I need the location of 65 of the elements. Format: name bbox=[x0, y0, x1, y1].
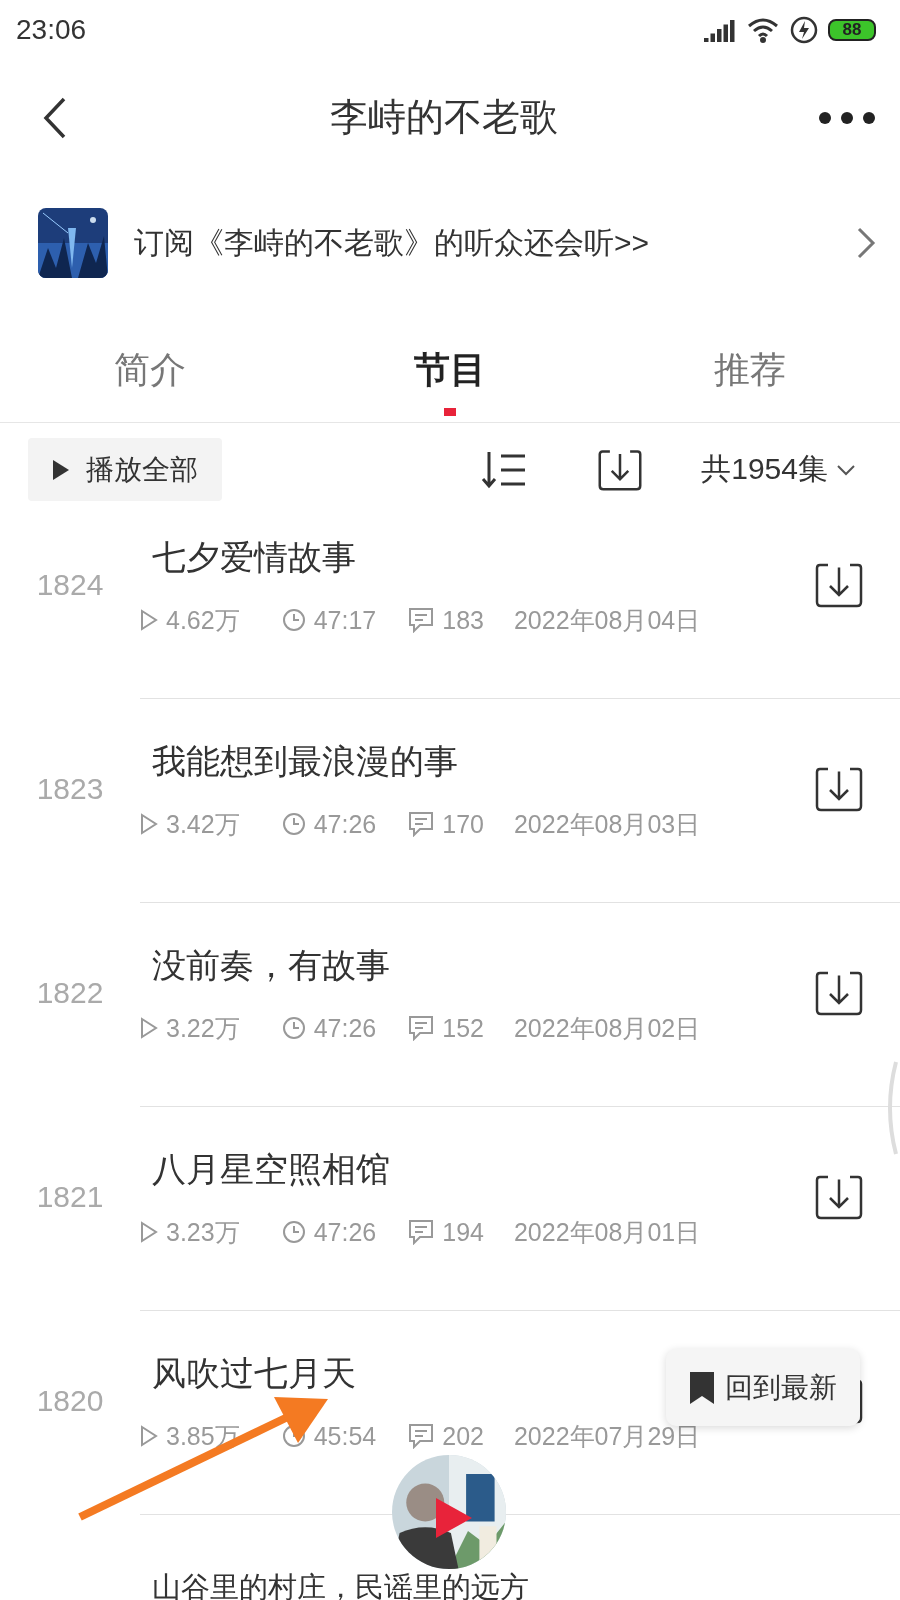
play-count-icon bbox=[140, 1221, 158, 1243]
episode-number: 1821 bbox=[35, 1180, 105, 1214]
duration: 45:54 bbox=[313, 1421, 377, 1451]
comment-count: 152 bbox=[442, 1013, 484, 1043]
tab[interactable]: 简介 bbox=[0, 319, 300, 422]
battery-indicator: 88 bbox=[828, 19, 876, 41]
duration: 47:26 bbox=[313, 809, 377, 839]
comment-icon bbox=[408, 1423, 435, 1449]
play-count-icon bbox=[140, 813, 158, 835]
status-time: 23:06 bbox=[16, 14, 87, 46]
episode-title[interactable]: 八月星空照相馆 bbox=[140, 1147, 390, 1191]
publish-date: 2022年08月02日 bbox=[513, 1012, 701, 1044]
comment-icon bbox=[408, 1015, 435, 1041]
episode-title[interactable]: 山谷里的村庄，民谣里的远方 bbox=[140, 1573, 529, 1600]
comment-icon bbox=[408, 607, 435, 633]
comment-count: 202 bbox=[442, 1421, 484, 1451]
play-count: 4.62万 bbox=[166, 604, 240, 636]
duration: 47:26 bbox=[313, 1217, 377, 1247]
play-icon bbox=[52, 458, 70, 481]
recommendation-link[interactable]: 订阅《李峙的不老歌》的听众还会听>> bbox=[134, 222, 830, 264]
publish-date: 2022年08月03日 bbox=[513, 808, 701, 840]
comment-count: 170 bbox=[442, 809, 484, 839]
play-count-icon bbox=[140, 609, 158, 631]
play-count: 3.42万 bbox=[166, 808, 240, 840]
tab[interactable]: 节目 bbox=[300, 319, 600, 422]
chevron-down-icon bbox=[836, 463, 856, 476]
clock-icon bbox=[281, 1016, 306, 1040]
play-count-icon bbox=[140, 1425, 158, 1447]
signal-icon bbox=[704, 18, 736, 42]
duration: 47:26 bbox=[313, 1013, 377, 1043]
play-count-icon bbox=[140, 1017, 158, 1039]
wifi-icon bbox=[746, 17, 780, 43]
episode-title[interactable]: 没前奏，有故事 bbox=[140, 943, 390, 987]
comment-icon bbox=[408, 811, 435, 837]
episode-title[interactable]: 七夕爱情故事 bbox=[140, 535, 356, 579]
comment-icon bbox=[408, 1219, 435, 1245]
bookmark-icon bbox=[689, 1370, 715, 1405]
publish-date: 2022年08月01日 bbox=[513, 1216, 701, 1248]
episode-number: 1823 bbox=[35, 772, 105, 806]
chevron-right-icon bbox=[856, 226, 876, 260]
clock-icon bbox=[281, 1220, 306, 1244]
play-count: 3.22万 bbox=[166, 1012, 240, 1044]
charging-icon bbox=[790, 16, 818, 44]
episode-title[interactable]: 风吹过七月天 bbox=[140, 1351, 356, 1395]
comment-count: 194 bbox=[442, 1217, 484, 1247]
publish-date: 2022年08月04日 bbox=[513, 604, 701, 636]
more-icon[interactable] bbox=[818, 110, 876, 125]
tab[interactable]: 推荐 bbox=[600, 319, 900, 422]
episode-title[interactable]: 我能想到最浪漫的事 bbox=[140, 739, 458, 783]
clock-icon bbox=[281, 812, 306, 836]
episode-count-dropdown[interactable]: 共1954集 bbox=[701, 449, 856, 490]
clock-icon bbox=[281, 608, 306, 632]
back-to-latest-toast[interactable]: 回到最新 bbox=[666, 1349, 860, 1426]
episode-number: 1822 bbox=[35, 976, 105, 1010]
play-count: 3.23万 bbox=[166, 1216, 240, 1248]
episode-number: 1824 bbox=[35, 568, 105, 602]
page-title: 李峙的不老歌 bbox=[330, 95, 558, 140]
episode-number: 1820 bbox=[35, 1384, 105, 1418]
play-all-button[interactable]: 播放全部 bbox=[28, 438, 222, 501]
sort-icon bbox=[481, 449, 528, 490]
play-icon[interactable] bbox=[434, 1497, 474, 1539]
sort-button[interactable] bbox=[481, 449, 528, 490]
duration: 47:17 bbox=[313, 605, 377, 635]
tab-indicator bbox=[444, 408, 456, 416]
comment-count: 183 bbox=[442, 605, 484, 635]
